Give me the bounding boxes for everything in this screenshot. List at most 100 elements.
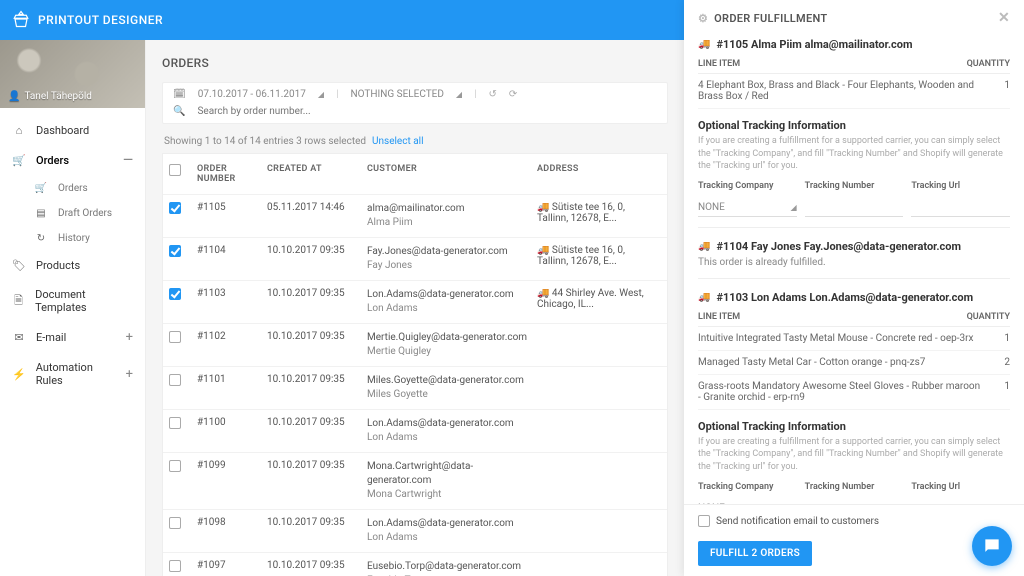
- unselect-all[interactable]: Unselect all: [372, 136, 424, 147]
- logo-icon: [12, 10, 30, 31]
- nav-dashboard[interactable]: ⌂Dashboard: [0, 116, 145, 145]
- toolbar: 🗓 07.10.2017 - 06.11.2017 ◢ | NOTHING SE…: [162, 82, 668, 124]
- order-number: #1103: [197, 288, 267, 299]
- reset-icon[interactable]: ↺: [489, 89, 497, 100]
- order-number: #1099: [197, 460, 267, 471]
- expand-icon[interactable]: +: [126, 330, 133, 345]
- row-checkbox[interactable]: [169, 417, 181, 429]
- fulfill-button[interactable]: FULFILL 2 ORDERS: [698, 541, 812, 566]
- bolt-icon: ⚡: [12, 368, 26, 381]
- order-number: #1104: [197, 245, 267, 256]
- order-number: #1098: [197, 517, 267, 528]
- chevron-down-icon[interactable]: ◢: [456, 90, 462, 99]
- optional-hint: If you are creating a fulfillment for a …: [698, 436, 1010, 474]
- chat-fab[interactable]: [972, 526, 1012, 566]
- order-number: #1105: [197, 202, 267, 213]
- table-row[interactable]: #1105 05.11.2017 14:46 alma@mailinator.c…: [163, 195, 667, 238]
- customer-email: Fay.Jones@data-generator.com: [367, 245, 537, 259]
- customer-name: Lon Adams: [367, 531, 537, 545]
- app-name: PRINTOUT DESIGNER: [38, 13, 163, 27]
- tracking-company-select[interactable]: NONE◢: [698, 199, 797, 217]
- table-row[interactable]: #1102 10.10.2017 09:35 Mertie.Quigley@da…: [163, 324, 667, 367]
- nav-email[interactable]: ✉E-mail+: [0, 322, 145, 353]
- col-order[interactable]: ORDER NUMBER: [197, 164, 267, 184]
- mail-icon: ✉: [12, 331, 26, 344]
- close-icon[interactable]: ✕: [998, 10, 1010, 26]
- table-row[interactable]: #1100 10.10.2017 09:35 Lon.Adams@data-ge…: [163, 410, 667, 453]
- row-checkbox[interactable]: [169, 460, 181, 472]
- tracking-number-input[interactable]: [805, 199, 904, 217]
- truck-icon: 🚚: [537, 288, 549, 299]
- customer-name: Mona Cartwright: [367, 488, 537, 502]
- truck-icon: 🚚: [537, 202, 549, 213]
- nav-doc-templates[interactable]: 🗎Document Templates: [0, 280, 145, 322]
- date-range[interactable]: 07.10.2017 - 06.11.2017: [198, 89, 306, 100]
- profile-banner[interactable]: 👤 Tanel Tähepõld: [0, 40, 145, 108]
- ful-header-1: #1105 Alma Piim alma@mailinator.com: [716, 38, 912, 51]
- nav-automation[interactable]: ⚡Automation Rules+: [0, 353, 145, 395]
- search-input[interactable]: [197, 106, 657, 117]
- page-title: ORDERS: [162, 56, 668, 70]
- person-icon: 👤: [8, 91, 20, 102]
- col-address[interactable]: ADDRESS: [537, 164, 657, 174]
- row-checkbox[interactable]: [169, 560, 181, 572]
- table-summary: Showing 1 to 14 of 14 entries 3 rows sel…: [164, 136, 666, 147]
- ful-header-3: #1103 Lon Adams Lon.Adams@data-generator…: [716, 291, 973, 304]
- chat-icon: [982, 536, 1002, 556]
- row-checkbox[interactable]: [169, 331, 181, 343]
- customer-email: Lon.Adams@data-generator.com: [367, 417, 537, 431]
- tracking-url-input[interactable]: [911, 199, 1010, 217]
- qty-input[interactable]: 1: [986, 333, 1010, 344]
- expand-icon[interactable]: +: [126, 367, 133, 382]
- table-row[interactable]: #1104 10.10.2017 09:35 Fay.Jones@data-ge…: [163, 238, 667, 281]
- nav-sub-orders[interactable]: 🛒Orders: [22, 176, 145, 201]
- optional-heading: Optional Tracking Information: [698, 420, 1010, 433]
- nav-sub-history[interactable]: ↻History: [22, 226, 145, 251]
- nav-orders[interactable]: 🛒Orders—: [0, 145, 145, 176]
- line-item: Managed Tasty Metal Car - Cotton orange …: [698, 351, 1010, 375]
- status-filter[interactable]: NOTHING SELECTED: [351, 89, 444, 100]
- row-checkbox[interactable]: [169, 245, 181, 257]
- gear-icon: ⚙: [698, 12, 708, 25]
- profile-name: Tanel Tähepõld: [24, 91, 91, 102]
- search-icon: 🔍: [173, 106, 185, 117]
- collapse-icon[interactable]: —: [123, 153, 133, 168]
- row-checkbox[interactable]: [169, 517, 181, 529]
- created-at: 10.10.2017 09:35: [267, 460, 367, 471]
- nav-sub-draft[interactable]: ▤Draft Orders: [22, 201, 145, 226]
- table-row[interactable]: #1101 10.10.2017 09:35 Miles.Goyette@dat…: [163, 367, 667, 410]
- refresh-icon[interactable]: ⟳: [509, 89, 517, 100]
- truck-icon: 🚚: [698, 39, 710, 50]
- qty-input[interactable]: 2: [986, 357, 1010, 368]
- main: ORDERS 🗓 07.10.2017 - 06.11.2017 ◢ | NOT…: [146, 40, 684, 576]
- qty-input[interactable]: 1: [991, 80, 1010, 102]
- created-at: 10.10.2017 09:35: [267, 517, 367, 528]
- row-checkbox[interactable]: [169, 288, 181, 300]
- truck-icon: 🚚: [698, 292, 710, 303]
- chevron-down-icon[interactable]: ◢: [318, 90, 324, 99]
- col-customer[interactable]: CUSTOMER: [367, 164, 537, 174]
- customer-email: Lon.Adams@data-generator.com: [367, 517, 537, 531]
- draft-icon: ▤: [34, 208, 48, 219]
- line-item: Intuitive Integrated Tasty Metal Mouse -…: [698, 327, 1010, 351]
- history-icon: ↻: [34, 233, 48, 244]
- calendar-icon[interactable]: 🗓: [173, 89, 186, 100]
- table-row[interactable]: #1098 10.10.2017 09:35 Lon.Adams@data-ge…: [163, 510, 667, 553]
- row-checkbox[interactable]: [169, 202, 181, 214]
- notify-checkbox[interactable]: [698, 515, 710, 527]
- order-number: #1097: [197, 560, 267, 571]
- qty-input[interactable]: 1: [993, 381, 1010, 403]
- nav-products[interactable]: 🏷Products: [0, 251, 145, 280]
- app-logo[interactable]: PRINTOUT DESIGNER: [12, 10, 163, 31]
- table-row[interactable]: #1103 10.10.2017 09:35 Lon.Adams@data-ge…: [163, 281, 667, 324]
- customer-name: Fay Jones: [367, 259, 537, 273]
- table-row[interactable]: #1099 10.10.2017 09:35 Mona.Cartwright@d…: [163, 453, 667, 510]
- row-checkbox[interactable]: [169, 374, 181, 386]
- doc-icon: 🗎: [12, 292, 25, 311]
- created-at: 10.10.2017 09:35: [267, 374, 367, 385]
- select-all-checkbox[interactable]: [169, 164, 181, 176]
- created-at: 05.11.2017 14:46: [267, 202, 367, 213]
- col-created[interactable]: CREATED AT: [267, 164, 367, 174]
- created-at: 10.10.2017 09:35: [267, 331, 367, 342]
- table-row[interactable]: #1097 10.10.2017 09:35 Eusebio.Torp@data…: [163, 553, 667, 576]
